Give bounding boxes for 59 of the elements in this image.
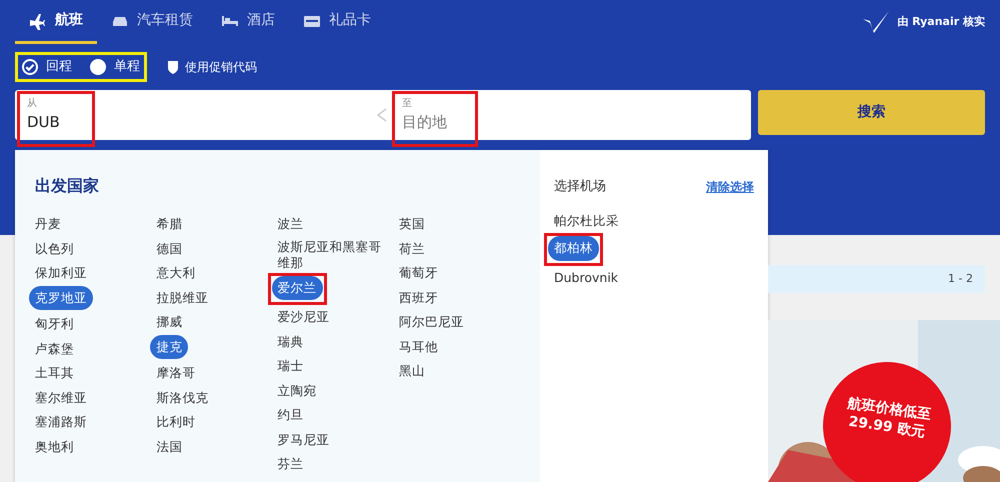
list-item[interactable]: 阿尔巴尼亚 [392, 310, 470, 334]
list-item[interactable]: 荷兰 [392, 236, 431, 261]
list-item[interactable]: 罗马尼亚 [272, 428, 336, 452]
nav-tab[interactable]: 航班 [15, 0, 97, 44]
list-item[interactable]: 爱尔兰 [272, 276, 322, 300]
nav-tab[interactable]: 酒店 [207, 0, 289, 44]
list-item[interactable]: 都柏林 [548, 236, 599, 260]
input-field[interactable]: DUB [27, 111, 364, 134]
panel-title: 出发国家 [35, 175, 100, 197]
list-item[interactable]: 挪威 [150, 310, 188, 334]
list-item[interactable]: 波斯尼亚和黑塞哥维那 [272, 236, 390, 272]
page-range: 1 - 2 [948, 270, 973, 287]
list-item[interactable]: 摩洛哥 [150, 361, 202, 386]
list-item[interactable]: Dubrovnik [548, 266, 624, 290]
list-item[interactable]: 丹麦 [29, 212, 67, 236]
radio-option[interactable]: 回程 [22, 57, 72, 77]
list-item[interactable]: 瑞士 [272, 354, 310, 378]
list-item[interactable]: 法国 [150, 434, 188, 459]
field-label: 至 [402, 97, 414, 112]
radio-option[interactable]: 单程 [90, 57, 140, 77]
search-button[interactable]: 搜索 [758, 90, 985, 135]
list-item[interactable]: 爱沙尼亚 [272, 305, 336, 330]
list-item[interactable]: 匈牙利 [29, 312, 80, 336]
list-item[interactable]: 捷克 [150, 334, 188, 359]
list-item[interactable]: 约旦 [272, 403, 310, 428]
list-item[interactable]: 瑞典 [272, 330, 310, 354]
list-item[interactable]: 塞尔维亚 [29, 386, 93, 410]
list-item[interactable]: 卢森堡 [29, 336, 80, 361]
list-item[interactable]: 以色列 [29, 236, 80, 261]
list-item[interactable]: 克罗地亚 [29, 286, 93, 310]
list-item[interactable]: 芬兰 [272, 452, 310, 476]
field-label: 从 [27, 96, 38, 112]
list-item[interactable]: 西班牙 [392, 286, 444, 310]
list-item[interactable]: 波兰 [272, 212, 310, 236]
clear-selection-link[interactable]: 清除选择 [706, 178, 754, 196]
list-item[interactable]: 英国 [392, 212, 431, 236]
shield-icon [166, 60, 178, 74]
list-item[interactable]: 帕尔杜比采 [548, 208, 625, 233]
list-item[interactable]: 意大利 [150, 261, 202, 286]
list-item[interactable]: 德国 [150, 236, 188, 261]
list-item[interactable]: 土耳其 [29, 361, 80, 386]
list-item[interactable]: 立陶宛 [272, 378, 322, 403]
list-item[interactable]: 拉脱维亚 [150, 286, 214, 310]
list-item[interactable]: 塞浦路斯 [29, 410, 93, 434]
list-item[interactable]: 黑山 [392, 359, 431, 384]
list-item[interactable]: 葡萄牙 [392, 261, 444, 286]
list-item[interactable]: 希腊 [150, 212, 188, 236]
panel-title: 选择机场 [554, 178, 606, 196]
nav-tab[interactable]: 礼品卡 [289, 0, 385, 44]
plane-icon [29, 12, 47, 30]
list-item[interactable]: 马耳他 [392, 334, 444, 359]
list-item[interactable]: 奥地利 [29, 434, 80, 459]
input-field[interactable]: 目的地 [402, 111, 740, 134]
list-item[interactable]: 保加利亚 [29, 261, 93, 286]
nav-tab[interactable]: 汽车租赁 [97, 0, 207, 44]
list-item[interactable]: 比利时 [150, 410, 202, 434]
list-item[interactable]: 斯洛伐克 [150, 386, 214, 410]
promo-code-link[interactable]: 使用促销代码 [185, 58, 257, 76]
verified-label: 由 Ryanair 核实 [897, 14, 985, 30]
